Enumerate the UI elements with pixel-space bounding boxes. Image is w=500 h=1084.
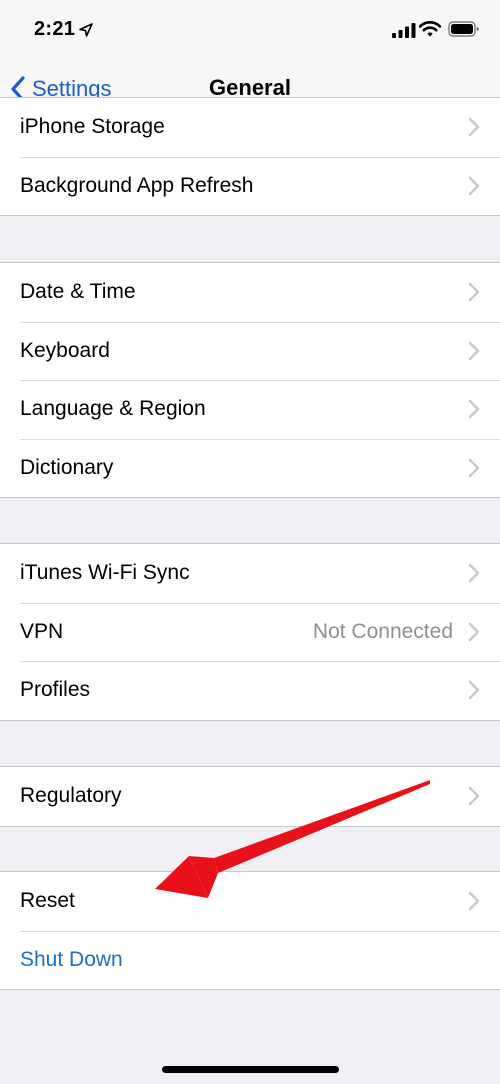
row-regulatory[interactable]: Regulatory [0, 767, 500, 826]
row-language-region[interactable]: Language & Region [0, 380, 500, 439]
chevron-right-icon [468, 176, 480, 196]
settings-group: Regulatory [0, 766, 500, 827]
battery-icon [448, 21, 479, 37]
chevron-right-icon [468, 400, 480, 419]
row-iphone-storage[interactable]: iPhone Storage [0, 98, 500, 157]
row-label: Profiles [20, 678, 91, 702]
row-label: Language & Region [20, 397, 206, 421]
row-date-time[interactable]: Date & Time [0, 263, 500, 322]
row-label: Background App Refresh [20, 173, 254, 197]
chevron-right-icon [468, 787, 480, 806]
location-arrow-icon [79, 23, 93, 37]
chevron-right-icon [468, 118, 480, 137]
home-indicator [162, 1066, 339, 1073]
settings-group: Date & Time Keyboard Language & Region D… [0, 262, 500, 499]
wifi-icon [419, 21, 441, 37]
chevron-right-icon [468, 458, 480, 478]
chevron-right-icon [468, 283, 480, 302]
row-label: Regulatory [20, 784, 122, 808]
status-time: 2:21 [34, 18, 76, 40]
row-label: Keyboard [20, 338, 110, 362]
settings-group: Reset Shut Down [0, 871, 500, 991]
settings-group: iTunes Wi-Fi Sync VPN Not Connected Prof… [0, 543, 500, 721]
chevron-right-icon [468, 564, 480, 583]
row-itunes-wifi-sync[interactable]: iTunes Wi-Fi Sync [0, 544, 500, 603]
row-label: Shut Down [20, 947, 123, 971]
row-label: Date & Time [20, 280, 136, 304]
row-background-app-refresh[interactable]: Background App Refresh [0, 156, 500, 216]
settings-group: iPhone Storage Background App Refresh [0, 97, 500, 217]
chevron-right-icon [468, 622, 480, 642]
row-keyboard[interactable]: Keyboard [0, 321, 500, 381]
row-label: VPN [20, 619, 64, 643]
row-label: iTunes Wi-Fi Sync [20, 561, 190, 585]
row-profiles[interactable]: Profiles [0, 661, 500, 720]
row-reset[interactable]: Reset [0, 872, 500, 931]
row-dictionary[interactable]: Dictionary [0, 438, 500, 498]
chevron-right-icon [468, 341, 480, 361]
row-label: Reset [20, 889, 75, 913]
row-label: iPhone Storage [20, 115, 165, 139]
chevron-right-icon [468, 892, 480, 911]
row-label: Dictionary [20, 456, 114, 480]
chevron-right-icon [468, 681, 480, 700]
status-bar: 2:21 [0, 0, 500, 62]
shut-down-button[interactable]: Shut Down [0, 930, 500, 990]
cellular-signal-icon [392, 23, 416, 38]
vpn-status: Not Connected [312, 619, 453, 643]
row-vpn[interactable]: VPN Not Connected [0, 602, 500, 662]
